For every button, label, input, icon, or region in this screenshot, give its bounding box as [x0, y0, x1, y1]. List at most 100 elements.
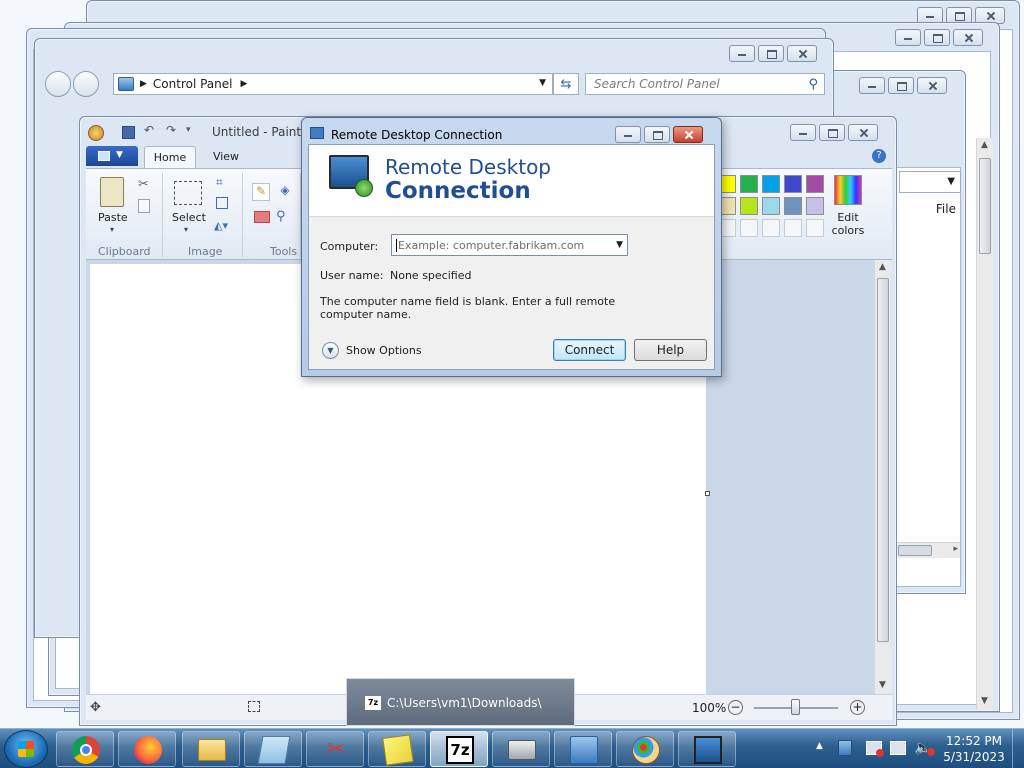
address-bar[interactable]: ▶ Control Panel ▶ ▼ — [113, 73, 553, 95]
rdp-dialog[interactable]: Remote Desktop Connection Remote Desktop… — [301, 117, 722, 377]
minimize-button[interactable] — [729, 45, 755, 62]
redo-icon[interactable]: ↷ — [166, 123, 176, 137]
edit-colors-icon[interactable] — [834, 175, 862, 205]
show-desktop-button[interactable] — [1012, 729, 1024, 768]
color-swatch[interactable] — [806, 175, 824, 193]
resize-icon[interactable] — [216, 197, 228, 209]
zoom-slider-thumb[interactable] — [791, 699, 800, 715]
scroll-up-arrow[interactable]: ▲ — [981, 140, 988, 150]
minimize-button[interactable] — [895, 29, 921, 46]
help-icon[interactable]: ? — [872, 149, 886, 163]
tab-home[interactable]: Home — [144, 146, 196, 168]
close-button[interactable] — [917, 77, 947, 94]
eraser-icon[interactable] — [254, 211, 270, 223]
taskbar-notepad[interactable] — [244, 731, 302, 767]
pencil-icon[interactable]: ✎ — [252, 183, 270, 201]
background-scrollbar-thumb[interactable] — [979, 158, 991, 254]
computer-combobox[interactable]: Example: computer.fabrikam.com ▼ — [391, 234, 628, 256]
maximize-button[interactable] — [819, 124, 845, 141]
taskbar-fax-scan[interactable] — [492, 731, 550, 767]
scroll-up-arrow[interactable]: ▲ — [879, 262, 886, 272]
network-icon[interactable] — [890, 741, 906, 755]
system-clock[interactable]: 12:52 PM 5/31/2023 — [940, 733, 1008, 765]
rotate-icon[interactable]: ◭▾ — [214, 219, 228, 232]
taskbar-remote-desktop[interactable] — [678, 731, 736, 767]
breadcrumb-separator-icon[interactable]: ▶ — [241, 79, 248, 89]
background-vertical-scrollbar[interactable]: ▲ ▼ — [976, 138, 993, 710]
taskbar-control-panel[interactable] — [554, 731, 612, 767]
taskbar-firefox[interactable] — [118, 731, 176, 767]
close-button[interactable] — [673, 126, 703, 143]
maximize-button[interactable] — [758, 45, 784, 62]
color-picker-icon[interactable]: ⚲ — [276, 209, 286, 224]
horizontal-scrollbar-thumb[interactable] — [898, 545, 932, 556]
color-swatch[interactable] — [762, 197, 780, 215]
maximize-button[interactable] — [924, 29, 950, 46]
expand-chevron-icon[interactable]: ▼ — [322, 342, 339, 359]
color-swatch[interactable] — [740, 175, 758, 193]
maximize-button[interactable] — [644, 126, 670, 143]
zoom-out-button[interactable]: − — [728, 700, 743, 715]
search-input[interactable]: Search Control Panel ⚲ — [585, 73, 825, 95]
refresh-button[interactable]: ⇆ — [553, 73, 579, 95]
paste-button[interactable]: Paste — [98, 211, 128, 224]
tab-view[interactable]: View — [202, 146, 250, 168]
chevron-down-icon[interactable]: ▼ — [616, 240, 623, 250]
paste-dropdown-icon[interactable]: ▾ — [110, 225, 114, 234]
action-center-icon[interactable] — [838, 740, 852, 756]
color-swatch[interactable] — [784, 197, 802, 215]
color-swatch-empty[interactable] — [740, 219, 758, 237]
paint-menu-button[interactable]: ▼ — [86, 146, 138, 166]
start-button[interactable] — [4, 730, 48, 768]
explorer-dropdown[interactable]: ▼ — [899, 171, 961, 193]
canvas-resize-handle[interactable] — [705, 491, 710, 496]
color-swatch[interactable] — [740, 197, 758, 215]
color-swatch-empty[interactable] — [784, 219, 802, 237]
taskbar-7zip[interactable]: 7z — [430, 731, 488, 767]
show-hidden-icons-button[interactable]: ▲ — [816, 741, 823, 751]
edit-colors-button[interactable]: Edit colors — [830, 211, 866, 237]
paint-scrollbar-thumb[interactable] — [877, 278, 889, 642]
crop-icon[interactable]: ⌗ — [216, 175, 223, 190]
select-icon[interactable] — [174, 181, 202, 205]
connect-button[interactable]: Connect — [553, 339, 626, 361]
address-dropdown-icon[interactable]: ▼ — [539, 78, 546, 88]
minimize-button[interactable] — [790, 124, 816, 141]
show-options-label[interactable]: Show Options — [346, 344, 422, 357]
search-icon[interactable]: ⚲ — [808, 75, 818, 95]
color-swatch[interactable] — [784, 175, 802, 193]
taskbar-paint[interactable] — [616, 731, 674, 767]
show-options-toggle[interactable]: ▼ Show Options — [322, 341, 432, 361]
color-swatch[interactable] — [762, 175, 780, 193]
scroll-down-arrow[interactable]: ▼ — [879, 680, 886, 690]
scroll-down-arrow[interactable]: ▼ — [981, 696, 988, 706]
help-button[interactable]: Help — [634, 339, 707, 361]
breadcrumb-separator-icon[interactable]: ▶ — [140, 79, 147, 89]
fill-icon[interactable]: ◈ — [276, 183, 294, 201]
taskbar-file-explorer[interactable] — [182, 731, 240, 767]
maximize-button[interactable] — [888, 77, 914, 94]
forward-button[interactable] — [73, 71, 99, 97]
column-header-file[interactable]: File — [936, 202, 956, 216]
paint-app-icon[interactable] — [88, 125, 104, 141]
volume-muted-icon[interactable]: 🔈 — [914, 740, 936, 756]
select-button[interactable]: Select — [172, 211, 206, 224]
paint-vertical-scrollbar[interactable]: ▲ ▼ — [874, 260, 891, 694]
cut-icon[interactable]: ✂ — [138, 177, 149, 192]
minimize-button[interactable] — [615, 126, 641, 143]
scroll-right-arrow[interactable]: ▸ — [953, 544, 958, 554]
computer-input[interactable]: Example: computer.fabrikam.com — [398, 239, 584, 252]
save-icon[interactable] — [122, 126, 135, 139]
taskbar-snipping-tool[interactable]: ✂ — [306, 731, 364, 767]
close-button[interactable] — [848, 124, 878, 141]
paste-icon[interactable] — [100, 177, 124, 207]
taskbar-thumbnail-preview[interactable]: 7z C:\Users\vm1\Downloads\ — [346, 678, 575, 726]
select-dropdown-icon[interactable]: ▾ — [184, 225, 188, 234]
customize-quick-access-icon[interactable]: ▾ — [186, 125, 191, 135]
minimize-button[interactable] — [859, 77, 885, 94]
breadcrumb-control-panel[interactable]: Control Panel — [153, 77, 233, 91]
network-error-icon[interactable] — [866, 741, 884, 757]
undo-icon[interactable]: ↶ — [144, 123, 154, 137]
taskbar-chrome[interactable] — [56, 731, 114, 767]
copy-icon[interactable] — [138, 199, 150, 213]
